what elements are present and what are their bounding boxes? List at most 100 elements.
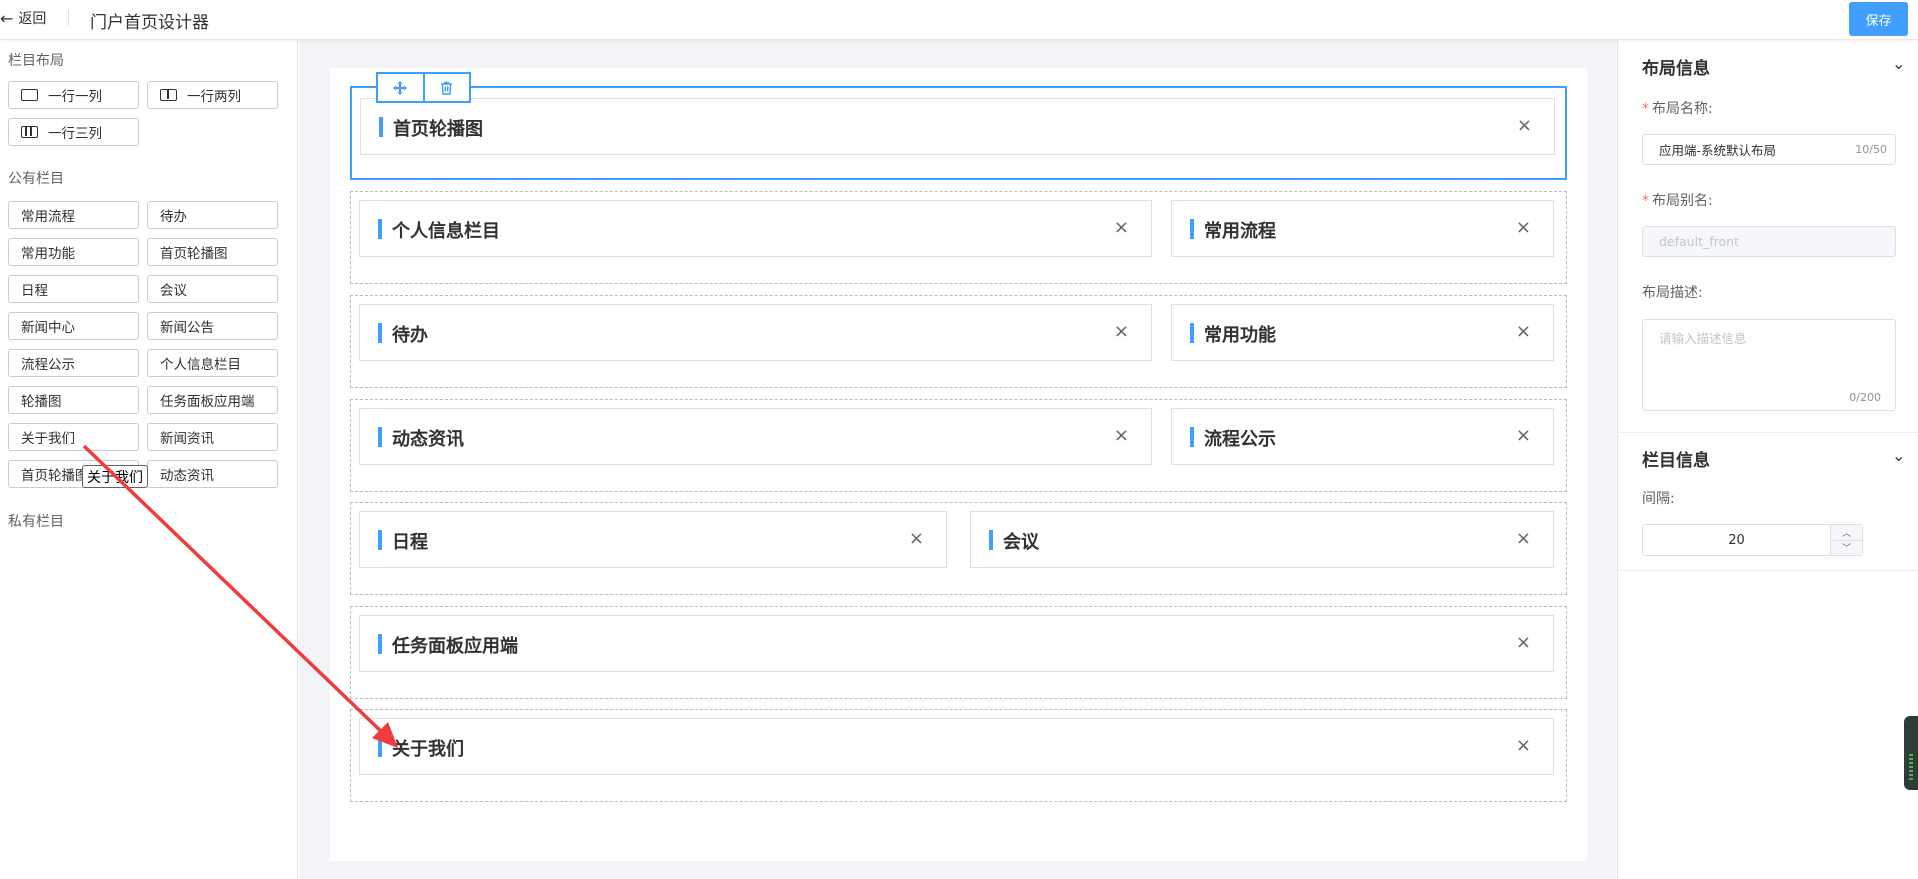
layout-section-title: 栏目布局 <box>8 53 64 69</box>
close-icon[interactable]: × <box>1114 425 1129 446</box>
app-header: ← 返回 门户首页设计器 保存 <box>0 0 1918 40</box>
column-card[interactable]: 任务面板应用端 × <box>359 615 1554 672</box>
column-card[interactable]: 常用流程 × <box>1171 200 1554 257</box>
close-icon[interactable]: × <box>1516 528 1531 549</box>
public-item[interactable]: 新闻公告 <box>147 312 278 340</box>
properties-panel: 布局信息 ⌄ * 布局名称: 应用端-系统默认布局 10/50 * 布局别名: de… <box>1617 40 1918 879</box>
column-card[interactable]: 流程公示 × <box>1171 408 1554 465</box>
public-section-title: 公有栏目 <box>8 171 64 187</box>
close-icon[interactable]: × <box>909 528 924 549</box>
card-accent-bar <box>378 219 382 239</box>
column-card[interactable]: 会议 × <box>970 511 1554 568</box>
card-title: 关于我们 <box>392 739 464 760</box>
card-title: 常用流程 <box>1204 221 1276 242</box>
public-item[interactable]: 关于我们 <box>8 423 139 451</box>
section-divider <box>1618 570 1918 571</box>
column-card[interactable]: 动态资讯 × <box>359 408 1152 465</box>
layout-desc-textarea[interactable]: 请输入描述信息 0/200 <box>1642 319 1896 411</box>
gap-value[interactable]: 20 <box>1643 525 1830 555</box>
floating-widget[interactable] <box>1904 716 1918 790</box>
card-title: 个人信息栏目 <box>392 221 500 242</box>
required-mark: * <box>1642 101 1649 117</box>
label-text: 布局别名: <box>1652 193 1713 209</box>
layout-name-input[interactable]: 应用端-系统默认布局 10/50 <box>1642 134 1896 165</box>
trash-icon[interactable] <box>422 74 470 101</box>
char-counter: 0/200 <box>1849 391 1881 404</box>
public-item[interactable]: 任务面板应用端 <box>147 386 278 414</box>
move-icon[interactable] <box>378 74 423 101</box>
card-accent-bar <box>378 737 382 757</box>
textarea-placeholder: 请输入描述信息 <box>1659 331 1747 346</box>
close-icon[interactable]: × <box>1517 115 1532 136</box>
close-icon[interactable]: × <box>1516 425 1531 446</box>
column-card[interactable]: 常用功能 × <box>1171 304 1554 361</box>
layout-row[interactable]: 待办 × 常用功能 × <box>350 295 1567 388</box>
close-icon[interactable]: × <box>1114 321 1129 342</box>
card-accent-bar <box>378 634 382 654</box>
layout-row[interactable]: 任务面板应用端 × <box>350 606 1567 699</box>
label-text: 布局名称: <box>1652 101 1713 117</box>
column-card[interactable]: 个人信息栏目 × <box>359 200 1152 257</box>
component-panel: 栏目布局 一行一列 一行两列 一行三列 公有栏目 常用流程 待办 常用功能 首页… <box>0 40 298 879</box>
column-card[interactable]: 关于我们 × <box>359 718 1554 775</box>
layout-two-columns[interactable]: 一行两列 <box>147 81 278 109</box>
card-accent-bar <box>379 117 383 137</box>
public-item[interactable]: 流程公示 <box>8 349 139 377</box>
back-label: 返回 <box>18 11 47 27</box>
back-button[interactable]: ← 返回 <box>0 8 46 28</box>
layout-alias-input: default_front <box>1642 226 1896 257</box>
row-toolbar <box>376 72 471 103</box>
chevron-down-icon[interactable]: ⌄ <box>1892 446 1905 465</box>
card-accent-bar <box>378 530 382 550</box>
layout-name-label: * 布局名称: <box>1642 98 1713 118</box>
column-card[interactable]: 首页轮播图 × <box>360 98 1555 155</box>
card-title: 日程 <box>392 532 428 553</box>
public-item[interactable]: 轮播图 <box>8 386 139 414</box>
layout-row[interactable]: 动态资讯 × 流程公示 × <box>350 399 1567 492</box>
column-card[interactable]: 日程 × <box>359 511 947 568</box>
layout-row[interactable]: 个人信息栏目 × 常用流程 × <box>350 191 1567 284</box>
chevron-down-icon[interactable]: ⌄ <box>1892 54 1905 73</box>
close-icon[interactable]: × <box>1516 217 1531 238</box>
public-item[interactable]: 动态资讯 <box>147 460 278 488</box>
public-item[interactable]: 首页轮播图 <box>147 238 278 266</box>
public-item[interactable]: 待办 <box>147 201 278 229</box>
close-icon[interactable]: × <box>1114 217 1129 238</box>
card-title: 任务面板应用端 <box>392 636 518 657</box>
card-accent-bar <box>1190 427 1194 447</box>
column-card[interactable]: 待办 × <box>359 304 1152 361</box>
card-title: 常用功能 <box>1204 325 1276 346</box>
three-column-icon <box>21 126 38 138</box>
public-item[interactable]: 常用流程 <box>8 201 139 229</box>
public-item[interactable]: 新闻资讯 <box>147 423 278 451</box>
input-value: 应用端-系统默认布局 <box>1659 143 1777 158</box>
layout-label: 一行一列 <box>48 89 102 105</box>
increase-icon[interactable]: ︿ <box>1831 525 1862 540</box>
card-title: 会议 <box>1003 532 1039 553</box>
layout-label: 一行三列 <box>48 126 102 142</box>
card-title: 待办 <box>392 325 428 346</box>
save-button[interactable]: 保存 <box>1849 2 1908 36</box>
public-item[interactable]: 会议 <box>147 275 278 303</box>
public-item[interactable]: 日程 <box>8 275 139 303</box>
char-counter: 10/50 <box>1855 143 1887 156</box>
decrease-icon[interactable]: ﹀ <box>1831 539 1862 556</box>
close-icon[interactable]: × <box>1516 735 1531 756</box>
drag-preview-tooltip: 关于我们 <box>82 465 148 488</box>
layout-info-title: 布局信息 <box>1642 59 1710 79</box>
close-icon[interactable]: × <box>1516 321 1531 342</box>
close-icon[interactable]: × <box>1516 632 1531 653</box>
layout-one-column[interactable]: 一行一列 <box>8 81 139 109</box>
layout-three-columns[interactable]: 一行三列 <box>8 118 139 146</box>
card-accent-bar <box>989 530 993 550</box>
public-item[interactable]: 个人信息栏目 <box>147 349 278 377</box>
public-item[interactable]: 新闻中心 <box>8 312 139 340</box>
layout-row[interactable]: 关于我们 × <box>350 709 1567 802</box>
two-column-icon <box>160 89 177 101</box>
card-accent-bar <box>1190 219 1194 239</box>
layout-row[interactable]: 日程 × 会议 × <box>350 502 1567 595</box>
public-item[interactable]: 常用功能 <box>8 238 139 266</box>
layout-row[interactable]: 首页轮播图 × <box>350 86 1567 180</box>
gap-stepper[interactable]: 20 ︿ ﹀ <box>1642 524 1863 556</box>
section-divider <box>1618 432 1918 433</box>
